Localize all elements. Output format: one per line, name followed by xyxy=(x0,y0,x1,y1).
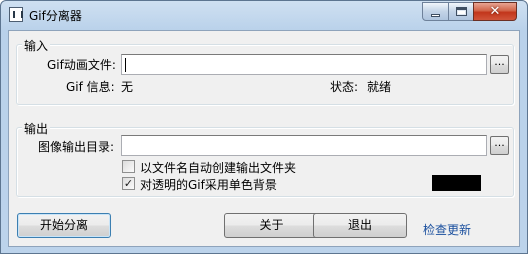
minimize-icon xyxy=(431,13,440,17)
exit-button[interactable]: 退出 xyxy=(313,213,407,238)
start-split-button[interactable]: 开始分离 xyxy=(17,213,111,238)
output-dir-label: 图像输出目录: xyxy=(38,140,115,154)
close-icon: ✕ xyxy=(489,4,501,19)
title-bar[interactable]: Gif分离器 ✕ xyxy=(1,1,527,29)
subfolder-checkbox[interactable] xyxy=(122,160,135,173)
background-color-swatch[interactable] xyxy=(432,175,481,191)
close-button[interactable]: ✕ xyxy=(473,2,517,21)
gif-info-value: 无 xyxy=(121,80,134,94)
app-window: Gif分离器 ✕ 输入 Gif动画文件: ... Gif 信息: 无 状态: 就… xyxy=(0,0,528,254)
gif-info-label: Gif 信息: xyxy=(66,80,115,94)
status-label: 状态: xyxy=(330,80,359,94)
output-dir-input[interactable] xyxy=(121,135,487,156)
input-group-legend: 输入 xyxy=(22,37,51,54)
subfolder-option-label[interactable]: 以文件名自动创建输出文件夹 xyxy=(140,159,296,176)
maximize-icon xyxy=(455,7,467,16)
browse-output-button[interactable]: ... xyxy=(490,136,509,155)
gif-file-input[interactable] xyxy=(121,54,487,75)
status-value: 就绪 xyxy=(367,80,392,94)
output-group-legend: 输出 xyxy=(22,120,51,137)
about-button[interactable]: 关于 xyxy=(224,213,319,238)
window-title: Gif分离器 xyxy=(29,9,82,23)
text-caret xyxy=(125,58,126,72)
app-icon xyxy=(9,7,23,22)
minimize-button[interactable] xyxy=(422,2,449,21)
transparent-checkbox[interactable]: ✓ xyxy=(122,177,135,190)
dialog-client-area: 输入 Gif动画文件: ... Gif 信息: 无 状态: 就绪 输出 图像输出… xyxy=(8,30,520,247)
check-update-link[interactable]: 检查更新 xyxy=(423,221,471,238)
maximize-button[interactable] xyxy=(448,2,474,21)
browse-gif-button[interactable]: ... xyxy=(490,55,509,74)
gif-file-label: Gif动画文件: xyxy=(47,58,116,72)
transparent-option-label[interactable]: 对透明的Gif采用单色背景 xyxy=(140,176,277,193)
